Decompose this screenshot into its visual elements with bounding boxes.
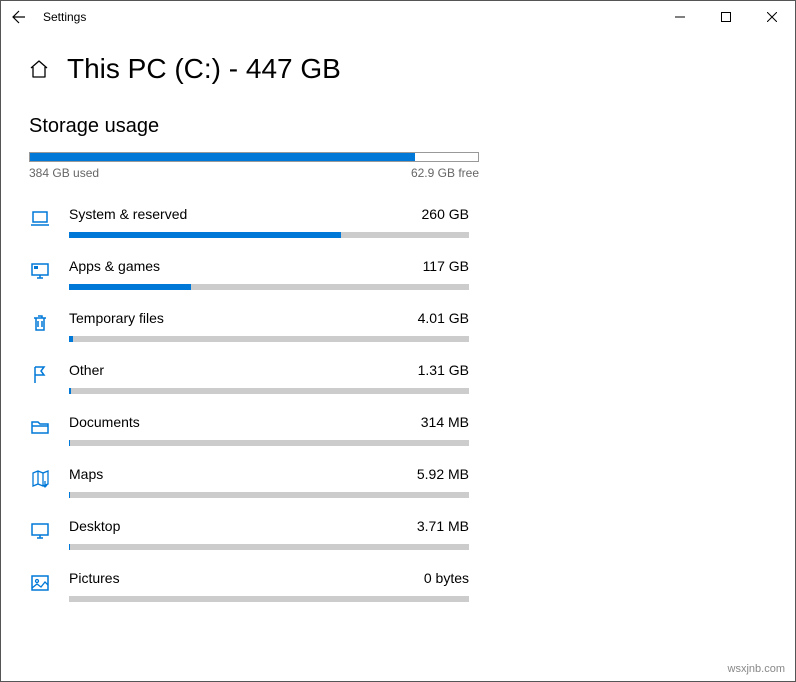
maximize-button[interactable] (703, 1, 749, 33)
category-bar (69, 232, 469, 238)
category-size: 1.31 GB (418, 362, 469, 378)
watermark: wsxjnb.com (728, 663, 785, 675)
category-size: 0 bytes (424, 570, 469, 586)
category-name: Temporary files (69, 310, 164, 326)
category-bar (69, 440, 469, 446)
flag-icon (29, 364, 51, 386)
category-row[interactable]: Temporary files 4.01 GB (29, 300, 767, 352)
category-row[interactable]: Other 1.31 GB (29, 352, 767, 404)
titlebar: Settings (1, 1, 795, 33)
page-title: This PC (C:) - 447 GB (67, 53, 341, 85)
monitor-icon (29, 260, 51, 282)
category-size: 117 GB (423, 258, 469, 274)
category-name: Documents (69, 414, 140, 430)
category-row[interactable]: Apps & games 117 GB (29, 248, 767, 300)
category-name: Other (69, 362, 104, 378)
laptop-icon (29, 208, 51, 230)
overall-usage-bar (29, 152, 479, 162)
folder-icon (29, 416, 51, 438)
trash-icon (29, 312, 51, 334)
category-name: System & reserved (69, 206, 187, 222)
category-bar (69, 596, 469, 602)
category-bar (69, 284, 469, 290)
category-row[interactable]: Desktop 3.71 MB (29, 508, 767, 560)
category-row[interactable]: System & reserved 260 GB (29, 196, 767, 248)
home-icon[interactable] (29, 59, 49, 79)
category-name: Desktop (69, 518, 120, 534)
picture-icon (29, 572, 51, 594)
storage-usage-heading: Storage usage (29, 115, 767, 138)
window-title: Settings (43, 10, 86, 24)
category-bar (69, 492, 469, 498)
category-row[interactable]: Documents 314 MB (29, 404, 767, 456)
back-button[interactable] (11, 9, 27, 25)
category-name: Maps (69, 466, 103, 482)
category-bar (69, 544, 469, 550)
close-button[interactable] (749, 1, 795, 33)
category-size: 314 MB (421, 414, 469, 430)
minimize-button[interactable] (657, 1, 703, 33)
category-size: 4.01 GB (418, 310, 469, 326)
map-icon (29, 468, 51, 490)
category-size: 5.92 MB (417, 466, 469, 482)
category-bar (69, 388, 469, 394)
category-size: 3.71 MB (417, 518, 469, 534)
free-label: 62.9 GB free (411, 166, 479, 180)
category-name: Pictures (69, 570, 120, 586)
category-name: Apps & games (69, 258, 160, 274)
category-size: 260 GB (422, 206, 469, 222)
category-row[interactable]: Pictures 0 bytes (29, 560, 767, 612)
used-label: 384 GB used (29, 166, 99, 180)
desktop-icon (29, 520, 51, 542)
category-bar (69, 336, 469, 342)
category-row[interactable]: Maps 5.92 MB (29, 456, 767, 508)
